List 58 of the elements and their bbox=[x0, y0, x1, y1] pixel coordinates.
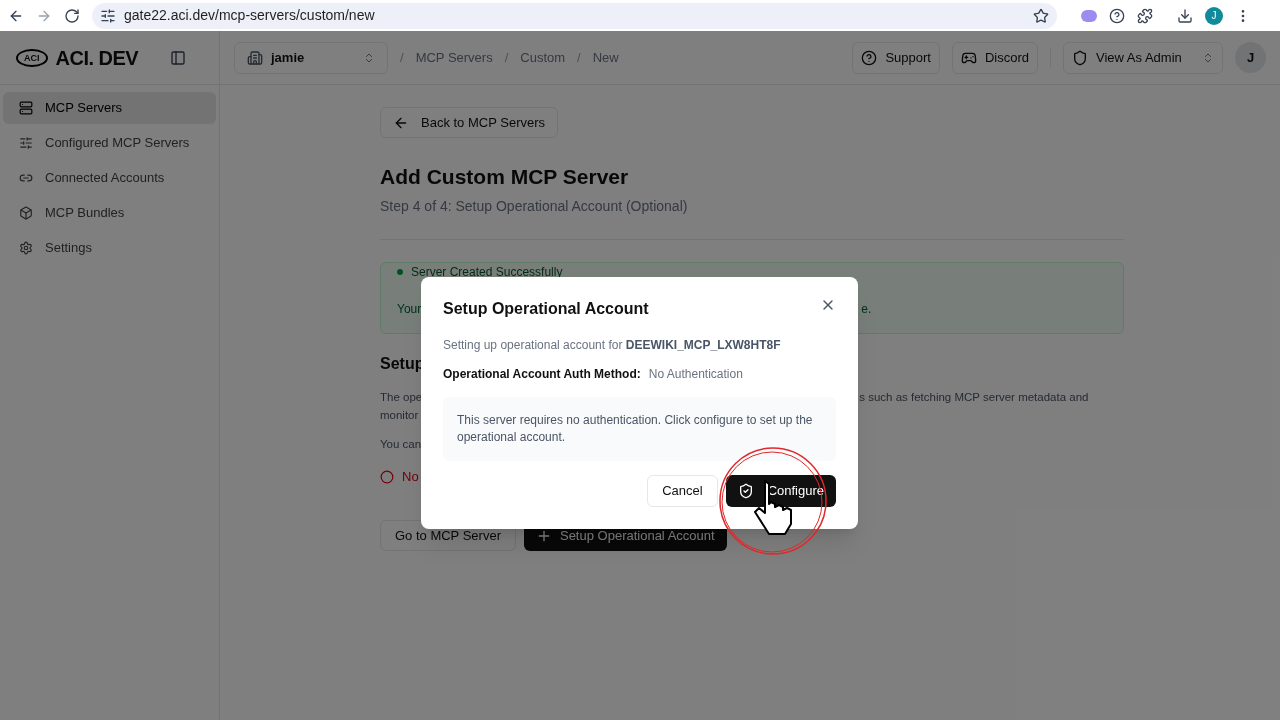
cancel-button[interactable]: Cancel bbox=[647, 475, 718, 507]
page-subtitle: Step 4 of 4: Setup Operational Account (Optional) bbox=[380, 196, 689, 216]
alert-text: Your bbox=[397, 300, 422, 318]
organization-selector[interactable]: jamie bbox=[234, 41, 388, 74]
description-text: s such as fetching MCP server metadata and bbox=[859, 389, 1089, 405]
role-selector[interactable]: View As Admin bbox=[1063, 41, 1223, 74]
sidebar-item[interactable]: MCP Servers bbox=[3, 92, 216, 124]
link-icon bbox=[19, 171, 33, 185]
breadcrumb-link[interactable]: MCP Servers bbox=[415, 47, 493, 68]
discord-button[interactable]: Discord bbox=[951, 41, 1038, 74]
breadcrumb-link[interactable]: New bbox=[592, 47, 619, 68]
page-title: Add Custom MCP Server bbox=[380, 164, 630, 190]
logo-mark: ACI bbox=[16, 48, 48, 67]
site-settings-icon[interactable] bbox=[100, 7, 116, 24]
description-text: monitor bbox=[380, 407, 419, 423]
download-icon[interactable] bbox=[1177, 7, 1193, 24]
sidebar-toggle-icon[interactable] bbox=[170, 49, 187, 66]
sidebar-item[interactable]: MCP Bundles bbox=[3, 197, 216, 229]
reload-icon[interactable] bbox=[64, 7, 80, 24]
shield-check-icon bbox=[737, 483, 754, 499]
shield-icon bbox=[1072, 49, 1088, 66]
chevrons-icon bbox=[1202, 51, 1214, 64]
extensions-icon[interactable] bbox=[1137, 7, 1153, 24]
info-text: This server requires no authentication. Click configure to set up the operational account. bbox=[457, 412, 814, 446]
auth-method-value: No Authentication bbox=[648, 366, 743, 383]
sidebar-item[interactable]: Configured MCP Servers bbox=[3, 127, 216, 159]
breadcrumb-separator: / bbox=[400, 48, 404, 67]
note-text: You can bbox=[380, 436, 422, 452]
help-icon bbox=[861, 49, 878, 66]
status-text: No bbox=[402, 467, 419, 486]
building-icon bbox=[247, 49, 263, 66]
chevrons-icon bbox=[363, 51, 375, 64]
bookmark-star-icon[interactable] bbox=[1033, 7, 1049, 24]
status-circle-icon bbox=[380, 469, 394, 484]
auth-method-label: Operational Account Auth Method: bbox=[443, 366, 641, 383]
dialog-intro: Setting up operational account for DEEWIKI_MCP_LXW8HT8F bbox=[443, 337, 782, 354]
profile-avatar[interactable]: J bbox=[1205, 6, 1223, 25]
back-button[interactable]: Back to MCP Servers bbox=[380, 107, 559, 138]
logo-text: ACI. DEV bbox=[55, 45, 139, 71]
sliders-icon bbox=[19, 136, 33, 150]
address-bar[interactable]: gate22.aci.dev/mcp-servers/custom/new bbox=[92, 2, 1057, 29]
user-avatar[interactable]: J bbox=[1235, 42, 1266, 73]
url-text: gate22.aci.dev/mcp-servers/custom/new bbox=[124, 6, 376, 25]
alert-title: Server Created Successfully bbox=[411, 264, 563, 279]
support-button[interactable]: Support bbox=[852, 41, 940, 74]
description-text: The ope bbox=[380, 389, 423, 405]
dialog-title: Setup Operational Account bbox=[443, 299, 649, 319]
breadcrumb-link[interactable]: Custom bbox=[520, 47, 566, 68]
breadcrumb-separator: / bbox=[504, 48, 509, 67]
alert-text: e. bbox=[861, 300, 872, 318]
settings-icon bbox=[19, 241, 33, 255]
breadcrumb-separator: / bbox=[577, 48, 581, 67]
cube-icon bbox=[19, 206, 33, 220]
sidebar-item[interactable]: Settings bbox=[3, 232, 216, 264]
sidebar-item[interactable]: Connected Accounts bbox=[3, 162, 216, 194]
server-icon bbox=[19, 101, 33, 115]
extension-icon[interactable] bbox=[1081, 9, 1097, 22]
configure-button[interactable]: Configure bbox=[725, 475, 836, 507]
